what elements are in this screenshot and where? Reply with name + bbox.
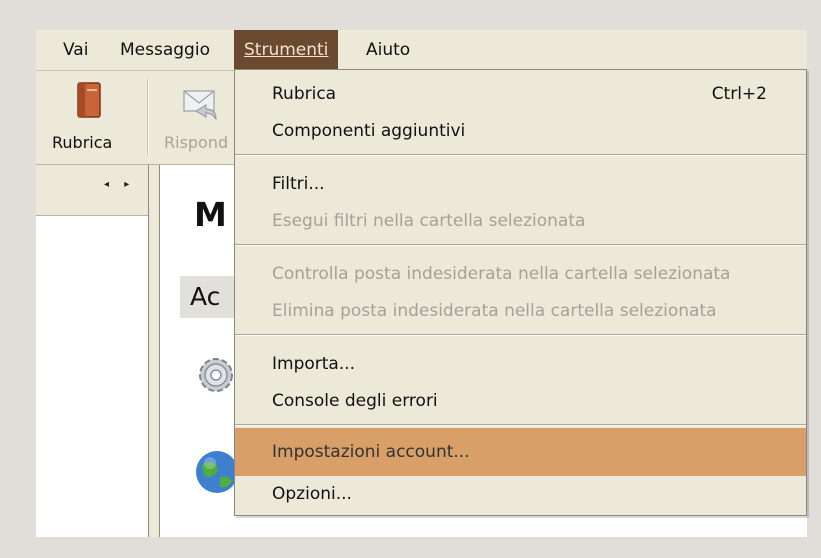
section-header: Ac (180, 276, 240, 318)
menu-item-esegui-filtri-label: Esegui filtri nella cartella selezionata (272, 211, 586, 231)
menu-item-impostazioni-account[interactable]: Impostazioni account... (235, 428, 806, 476)
pane-scroll-arrows[interactable]: ◂ ▸ (104, 179, 135, 190)
menu-item-rubrica[interactable]: Rubrica Ctrl+2 (235, 76, 806, 112)
menu-separator (235, 334, 806, 336)
menu-aiuto[interactable]: Aiuto (360, 30, 416, 70)
menu-messaggio-label: Messaggio (120, 40, 210, 60)
menu-item-controlla-posta-label: Controlla posta indesiderata nella carte… (272, 264, 731, 284)
reply-envelope-icon (183, 90, 217, 121)
menu-item-opzioni-label: Opzioni... (272, 484, 352, 504)
menu-item-controlla-posta: Controlla posta indesiderata nella carte… (235, 256, 806, 292)
folder-pane: ◂ ▸ (36, 165, 149, 537)
menu-strumenti-label: Strumenti (244, 40, 329, 60)
menu-item-rubrica-shortcut: Ctrl+2 (711, 84, 767, 104)
page-title: M (194, 195, 227, 234)
menu-item-componenti-label: Componenti aggiuntivi (272, 121, 466, 141)
menu-item-elimina-posta: Elimina posta indesiderata nella cartell… (235, 293, 806, 329)
menu-item-impostazioni-label: Impostazioni account... (272, 442, 470, 462)
toolbar-separator (147, 79, 149, 155)
menu-item-console-errori[interactable]: Console degli errori (235, 383, 806, 419)
menu-item-importa-label: Importa... (272, 354, 356, 374)
rispondi-label: Rispond (164, 133, 229, 152)
gear-icon (199, 358, 233, 392)
pane-splitter[interactable] (149, 165, 160, 537)
menu-item-elimina-posta-label: Elimina posta indesiderata nella cartell… (272, 301, 717, 321)
menu-item-console-label: Console degli errori (272, 391, 438, 411)
section-header-label: Ac (190, 282, 221, 311)
menu-item-importa[interactable]: Importa... (235, 346, 806, 382)
menu-separator (235, 424, 806, 426)
menu-strumenti[interactable]: Strumenti (234, 30, 339, 70)
menu-item-esegui-filtri: Esegui filtri nella cartella selezionata (235, 203, 806, 239)
address-book-icon (77, 82, 101, 118)
menu-item-componenti-aggiuntivi[interactable]: Componenti aggiuntivi (235, 113, 806, 149)
menu-separator (235, 154, 806, 156)
menu-item-rubrica-label: Rubrica (272, 84, 337, 104)
menu-vai-label: Vai (63, 40, 89, 60)
folder-pane-header: ◂ ▸ (36, 165, 148, 216)
menu-item-opzioni[interactable]: Opzioni... (235, 476, 806, 512)
menu-vai[interactable]: Vai (57, 30, 94, 70)
menu-item-filtri[interactable]: Filtri... (235, 166, 806, 202)
strumenti-dropdown-menu: Rubrica Ctrl+2 Componenti aggiuntivi Fil… (234, 69, 807, 516)
menu-separator (235, 244, 806, 246)
rubrica-label: Rubrica (52, 133, 113, 152)
menu-bar: Vai Messaggio Strumenti Aiuto (36, 30, 807, 71)
menu-messaggio[interactable]: Messaggio (114, 30, 216, 70)
rubrica-button[interactable]: Rubrica (36, 71, 146, 163)
rispondi-button[interactable]: Rispond (154, 71, 234, 163)
menu-aiuto-label: Aiuto (366, 40, 411, 60)
menu-item-filtri-label: Filtri... (272, 174, 325, 194)
